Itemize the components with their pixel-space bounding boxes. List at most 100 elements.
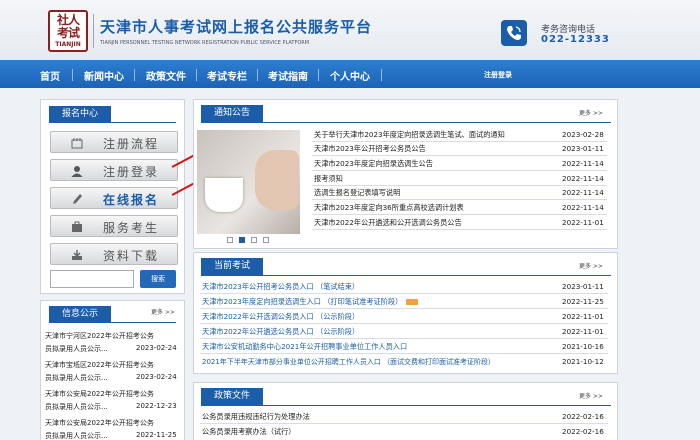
row-divider [200,293,608,294]
nav-personal-center[interactable]: 个人中心 [330,68,370,83]
button-label: 注册登录 [103,165,160,179]
page: 社人考试 TIANJIN 天津市人事考试网上报名公共服务平台 TIANJIN P… [0,0,700,440]
main-nav: 首页 新闻中心 政策文件 考试专栏 考试指南 个人中心 注册登录 [0,60,700,88]
current-exams-tab[interactable]: 当前考试 [201,258,263,275]
row-divider [312,214,607,215]
exam-entry[interactable]: 天津市2023年公开招考公务员入口 （笔试结束） [202,282,359,292]
button-label: 服务考生 [103,221,160,235]
info-disclosure: 信息公示 更多 >> 天津市宁河区2022年公开招考公务 员拟录用人员公示...… [40,300,185,440]
notice-item[interactable]: 天津市2023年公开招考公务员公告 [314,144,426,154]
row-divider [200,338,608,339]
list-item[interactable]: 天津市宝坻区2022年公开招考公务 [45,360,154,370]
list-item[interactable]: 天津市公安局2022年公开招考公务 [45,418,154,428]
nav-exam-column[interactable]: 考试专栏 [207,68,247,83]
info-more-link[interactable]: 更多 >> [151,307,175,316]
carousel-dot[interactable] [251,237,257,243]
pencil-icon [73,194,82,204]
nav-separator [257,69,258,81]
site-logo[interactable]: 社人考试 TIANJIN [48,10,88,52]
nav-policy[interactable]: 政策文件 [146,68,186,83]
policy-more-link[interactable]: 更多 >> [579,391,603,400]
notice-date: 2022-11-01 [562,218,604,227]
row-divider [312,199,607,200]
notice-date: 2022-11-14 [562,174,604,183]
row-divider [312,170,607,171]
list-item[interactable]: 员拟录用人员公示... [45,344,108,354]
notice-date: 2023-01-11 [562,144,604,153]
notice-date: 2022-11-14 [562,188,604,197]
exam-entry[interactable]: 2021年下半年天津市部分事业单位公开招聘工作人员入口 （面试交费和打印面试准考… [202,357,495,367]
exam-date: 2021-10-16 [562,342,604,351]
cup-shape [205,178,243,212]
notice-item[interactable]: 天津市2023年度定向36所重点高校选调计划表 [314,203,464,213]
header-divider [93,14,94,48]
register-login-button[interactable]: 注册登录 [50,159,178,181]
list-item[interactable]: 员拟录用人员公示... [45,431,108,440]
download-button[interactable]: 资料下载 [50,243,178,265]
nav-separator [196,69,197,81]
carousel-dot-active[interactable] [239,237,245,243]
notice-item[interactable]: 天津市2023年度定向招录选调生公告 [314,159,433,169]
tab-underline [201,275,611,276]
button-label: 资料下载 [103,249,160,263]
notice-panel: 通知公告 更多 >> 关于举行天津市2023年度定向招录选调生笔试、面试的通知 … [193,99,618,249]
list-item[interactable]: 员拟录用人员公示... [45,373,108,383]
row-divider [200,353,608,354]
notice-more-link[interactable]: 更多 >> [579,108,603,117]
search-input[interactable] [50,270,134,288]
exam-date: 2023-01-11 [562,282,604,291]
list-item[interactable]: 天津市公安局2022年公开招考公务 [45,389,154,399]
registration-process-button[interactable]: 注册流程 [50,131,178,153]
site-subtitle: TIANJIN PERSONNEL TESTING NETWORK REGIST… [100,40,310,46]
policy-date: 2022-02-16 [562,412,604,421]
nav-exam-guide[interactable]: 考试指南 [268,68,308,83]
phone-number: 022-12333 [541,34,610,45]
exams-more-link[interactable]: 更多 >> [579,261,603,270]
nav-news[interactable]: 新闻中心 [84,68,124,83]
exam-entry[interactable]: 天津市2022年公开选调公务员入口 （公示阶段） [202,312,359,322]
briefcase-icon [72,221,82,232]
list-item-date: 2023-02-24 [136,344,177,352]
carousel-image[interactable] [197,130,300,234]
notice-item[interactable]: 报考须知 [314,174,343,184]
list-item-date: 2022-12-23 [136,402,177,410]
online-registration-button[interactable]: 在线报名 [50,187,178,209]
button-label: 在线报名 [103,193,160,207]
exam-date: 2022-11-25 [562,297,604,306]
policy-tab[interactable]: 政策文件 [201,388,263,405]
notice-tab[interactable]: 通知公告 [201,105,263,122]
site-header: 社人考试 TIANJIN 天津市人事考试网上报名公共服务平台 TIANJIN P… [0,0,700,60]
candidate-service-button[interactable]: 服务考生 [50,215,178,237]
notice-item[interactable]: 选调生报名登记表填写说明 [314,188,400,198]
exam-entry-title: 天津市2023年度定向招录选调生入口 （打印笔试准考证阶段） [202,297,403,306]
carousel-dot[interactable] [227,237,233,243]
exam-entry[interactable]: 天津市公安机动勤务中心2021年公开招聘事业单位工作人员入口 [202,342,407,352]
row-divider [200,323,608,324]
notice-date: 2023-02-28 [562,130,604,139]
registration-center-tab[interactable]: 报名中心 [49,106,111,122]
policy-item[interactable]: 公务员录用违规违纪行为处理办法 [202,412,310,422]
notice-item[interactable]: 天津市2022年公开遴选和公开选调公务员公告 [314,218,462,228]
tab-underline [201,405,611,406]
nav-separator [381,69,382,81]
list-item[interactable]: 员拟录用人员公示... [45,402,108,412]
search-button[interactable]: 搜索 [140,270,176,288]
notice-date: 2022-11-14 [562,159,604,168]
carousel-dot[interactable] [263,237,269,243]
list-item[interactable]: 天津市宁河区2022年公开招考公务 [45,331,154,341]
nav-home[interactable]: 首页 [40,68,60,83]
row-divider [312,229,607,230]
exam-date: 2022-11-01 [562,327,604,336]
exam-entry[interactable]: 天津市2023年度定向招录选调生入口 （打印笔试准考证阶段） [202,297,419,307]
site-title: 天津市人事考试网上报名公共服务平台 [100,18,373,36]
info-disclosure-tab[interactable]: 信息公示 [49,306,111,322]
notice-item[interactable]: 关于举行天津市2023年度定向招录选调生笔试、面试的通知 [314,130,505,140]
row-divider [312,141,607,142]
nav-login-link[interactable]: 注册登录 [484,70,512,80]
policy-date: 2022-02-16 [562,427,604,436]
exam-date: 2021-10-12 [562,357,604,366]
nav-separator [318,69,319,81]
tab-underline [201,122,611,123]
policy-item[interactable]: 公务员录用考察办法（试行） [202,427,295,437]
exam-entry[interactable]: 天津市2022年公开遴选公务员入口 （公示阶段） [202,327,359,337]
